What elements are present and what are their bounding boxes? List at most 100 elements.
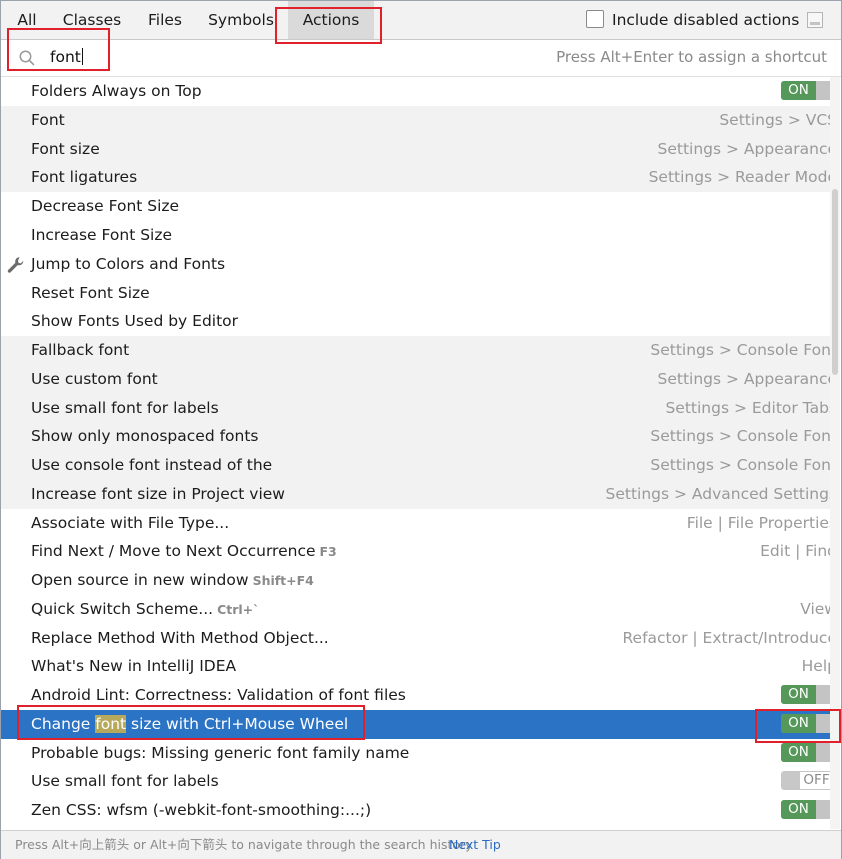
search-everywhere-popup: All Classes Files Symbols Actions Includ… <box>0 0 842 859</box>
search-match-highlight: font <box>95 715 127 733</box>
list-item[interactable]: Increase font size in Project view Setti… <box>1 480 839 509</box>
option-name: Use console font instead of the <box>31 456 273 474</box>
action-group: Edit | Find <box>760 542 837 560</box>
list-item[interactable]: Fallback font Settings > Console Font <box>1 336 839 365</box>
action-name: Find Next / Move to Next Occurrence F3 <box>31 537 337 566</box>
tab-actions[interactable]: Actions <box>288 1 374 39</box>
list-item[interactable]: Show only monospaced fonts Settings > Co… <box>1 422 839 451</box>
list-item[interactable]: Use small font for labels OFF <box>1 767 839 796</box>
tab-bar: All Classes Files Symbols Actions Includ… <box>1 1 841 40</box>
inspection-name: Probable bugs: Missing generic font fami… <box>31 744 410 762</box>
list-item[interactable]: Font size Settings > Appearance <box>1 135 839 164</box>
action-group: File | File Properties <box>686 514 837 532</box>
toggle-label: ON <box>781 685 816 704</box>
name-prefix: Change <box>31 715 96 733</box>
tab-classes[interactable]: Classes <box>53 1 131 39</box>
option-name: Font <box>31 111 65 129</box>
action-name: Folders Always on Top <box>31 82 202 100</box>
search-icon <box>19 50 35 66</box>
list-item[interactable]: Find Next / Move to Next Occurrence F3 Ed… <box>1 537 839 566</box>
option-name: Use small font for labels <box>31 399 219 417</box>
option-location: Settings > Appearance <box>657 140 837 158</box>
action-name: What's New in IntelliJ IDEA <box>31 657 237 675</box>
toggle-knob <box>782 772 800 789</box>
scrollbar-thumb[interactable] <box>832 189 838 375</box>
list-item-selected[interactable]: Change font size with Ctrl+Mouse Wheel O… <box>1 710 839 739</box>
search-input-value: font <box>50 48 81 66</box>
list-item[interactable]: Associate with File Type... File | File … <box>1 509 839 538</box>
toggle-label: ON <box>781 800 816 819</box>
action-name: Associate with File Type... <box>31 514 230 532</box>
action-name: Increase Font Size <box>31 226 173 244</box>
list-item[interactable]: Probable bugs: Missing generic font fami… <box>1 739 839 768</box>
option-name: Use small font for labels <box>31 772 219 790</box>
inspection-name: Zen CSS: wfsm (-webkit-font-smoothing:..… <box>31 801 372 819</box>
action-name-text: Find Next / Move to Next Occurrence <box>31 542 316 560</box>
option-name: Font size <box>31 140 100 158</box>
toggle-switch[interactable]: ON <box>781 714 835 733</box>
shortcut-hint: Press Alt+Enter to assign a shortcut <box>556 48 827 66</box>
toggle-switch[interactable]: OFF <box>781 771 835 790</box>
footer-bar: Press Alt+向上箭头 or Alt+向下箭头 to navigate t… <box>1 830 841 859</box>
option-location: Settings > Console Font <box>650 341 837 359</box>
toggle-switch[interactable]: ON <box>781 685 835 704</box>
search-bar: font Press Alt+Enter to assign a shortcu… <box>1 40 841 77</box>
list-item[interactable]: Open source in new window Shift+F4 <box>1 566 839 595</box>
toggle-switch[interactable]: ON <box>781 743 835 762</box>
option-name: Use custom font <box>31 370 158 388</box>
list-item[interactable]: Folders Always on Top ON <box>1 77 839 106</box>
list-item[interactable]: Font ligatures Settings > Reader Mode <box>1 163 839 192</box>
inspection-name: Android Lint: Correctness: Validation of… <box>31 686 406 704</box>
toggle-switch[interactable]: ON <box>781 800 835 819</box>
option-location: Settings > Console Font <box>650 456 837 474</box>
list-item[interactable]: Android Lint: Correctness: Validation of… <box>1 681 839 710</box>
name-suffix: size with Ctrl+Mouse Wheel <box>126 715 349 733</box>
next-tip-link[interactable]: Next Tip <box>449 831 501 859</box>
include-disabled-checkbox[interactable] <box>586 10 604 28</box>
action-name: Jump to Colors and Fonts <box>31 255 226 273</box>
shortcut-label: Shift+F4 <box>252 573 314 588</box>
option-name: Show only monospaced fonts <box>31 427 259 445</box>
text-caret <box>81 48 83 65</box>
list-item[interactable]: Font Settings > VCS <box>1 106 839 135</box>
results-scrollbar[interactable] <box>830 77 840 829</box>
wrench-icon <box>7 257 24 273</box>
toggle-label: ON <box>781 743 816 762</box>
list-item[interactable]: Use small font for labels Settings > Edi… <box>1 394 839 423</box>
option-location: Settings > Console Font <box>650 427 837 445</box>
action-name-text: Quick Switch Scheme... <box>31 600 214 618</box>
option-name: Increase font size in Project view <box>31 485 285 503</box>
option-name: Font ligatures <box>31 168 138 186</box>
include-disabled-label[interactable]: Include disabled actions <box>612 1 799 39</box>
list-item[interactable]: Reset Font Size <box>1 279 839 308</box>
action-name: Open source in new window Shift+F4 <box>31 566 314 595</box>
shortcut-label: F3 <box>319 544 337 559</box>
toggle-switch[interactable]: ON <box>781 81 835 100</box>
list-item[interactable]: Increase Font Size <box>1 221 839 250</box>
search-input[interactable]: font <box>50 47 83 67</box>
action-name: Replace Method With Method Object... <box>31 629 329 647</box>
list-item[interactable]: Replace Method With Method Object... Ref… <box>1 624 839 653</box>
list-item[interactable]: Quick Switch Scheme... Ctrl+` View <box>1 595 839 624</box>
list-item[interactable]: Use custom font Settings > Appearance <box>1 365 839 394</box>
action-name: Reset Font Size <box>31 284 150 302</box>
toggle-label: ON <box>781 714 816 733</box>
tab-all[interactable]: All <box>7 1 47 39</box>
option-name: Fallback font <box>31 341 130 359</box>
toggle-label: OFF <box>803 772 830 788</box>
list-item[interactable]: Use console font instead of the Settings… <box>1 451 839 480</box>
action-group: Refactor | Extract/Introduce <box>622 629 837 647</box>
list-item[interactable]: What's New in IntelliJ IDEA Help <box>1 652 839 681</box>
list-item[interactable]: Jump to Colors and Fonts <box>1 250 839 279</box>
action-name: Quick Switch Scheme... Ctrl+` <box>31 595 259 624</box>
list-item[interactable]: Zen CSS: wfsm (-webkit-font-smoothing:..… <box>1 796 839 825</box>
pin-window-icon[interactable] <box>807 12 823 28</box>
tab-symbols[interactable]: Symbols <box>199 1 283 39</box>
toggle-label: ON <box>781 81 816 100</box>
tab-files[interactable]: Files <box>137 1 193 39</box>
option-location: Settings > Appearance <box>657 370 837 388</box>
list-item[interactable]: Decrease Font Size <box>1 192 839 221</box>
shortcut-label: Ctrl+` <box>217 602 260 617</box>
option-location: Settings > VCS <box>719 111 837 129</box>
list-item[interactable]: Show Fonts Used by Editor <box>1 307 839 336</box>
